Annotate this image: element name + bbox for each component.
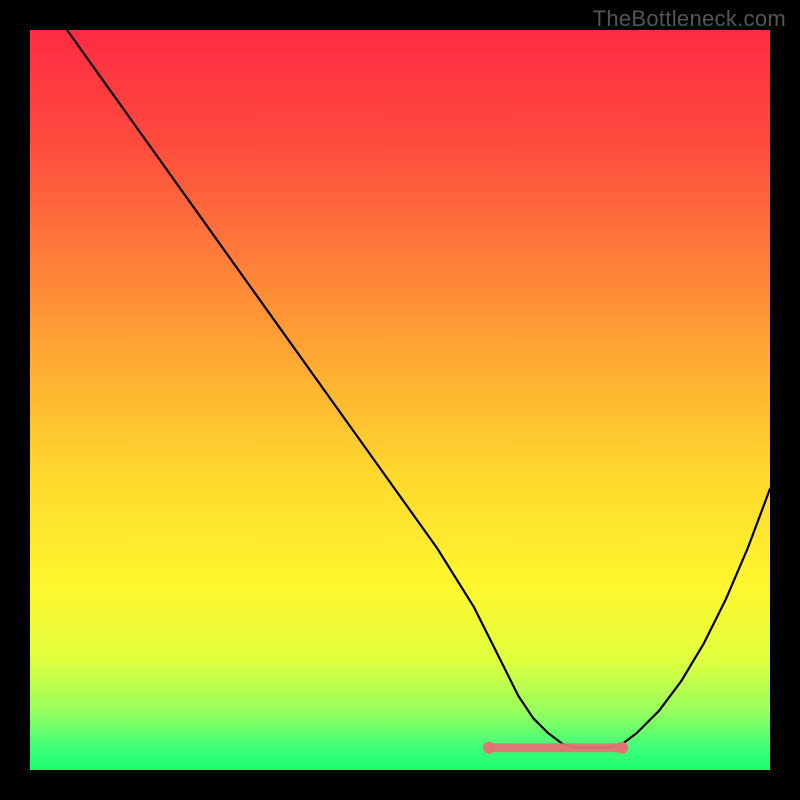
optimal-region-endpoint — [616, 742, 628, 754]
chart-plot-area — [30, 30, 770, 770]
optimal-region-endpoint — [483, 742, 495, 754]
bottleneck-chart: TheBottleneck.com — [0, 0, 800, 800]
chart-canvas — [0, 0, 800, 800]
watermark-label: TheBottleneck.com — [593, 6, 786, 32]
